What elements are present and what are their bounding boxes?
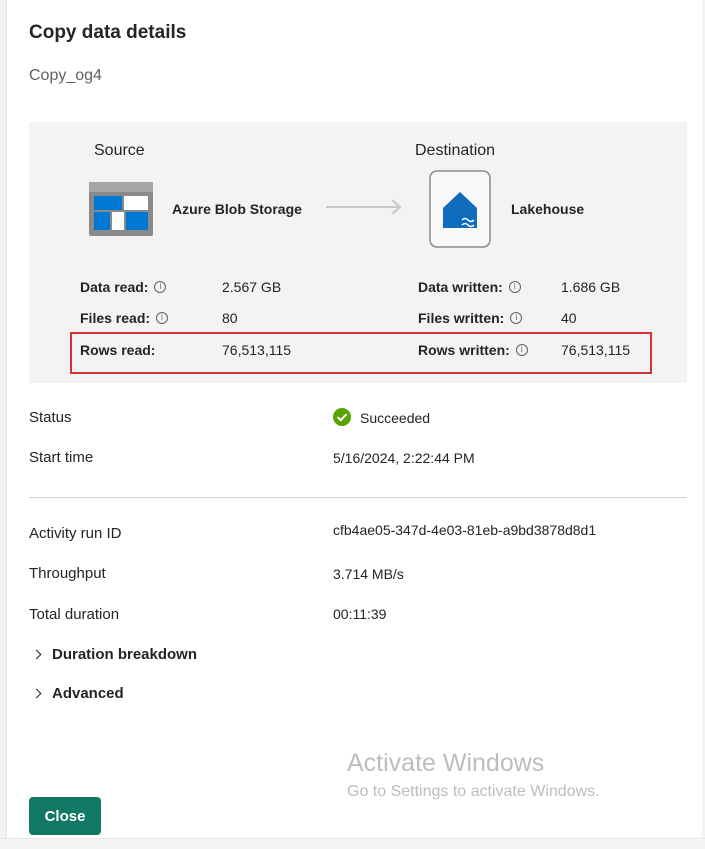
- files-read-label: Files read: i: [80, 310, 169, 326]
- duration-breakdown-expander[interactable]: Duration breakdown: [29, 646, 197, 663]
- background-strip-bottom: [0, 838, 705, 849]
- info-icon[interactable]: i: [156, 312, 169, 324]
- destination-heading: Destination: [415, 142, 496, 159]
- data-written-label: Data written: i: [418, 279, 521, 295]
- success-check-icon: [333, 408, 351, 431]
- section-divider: [29, 497, 687, 498]
- info-icon[interactable]: i: [154, 281, 167, 293]
- activate-windows-watermark-title: Activate Windows: [347, 749, 545, 777]
- data-read-label: Data read: i: [80, 279, 167, 295]
- data-written-value: 1.686 GB: [561, 279, 621, 295]
- activity-run-id-label: Activity run ID: [29, 525, 122, 542]
- start-time-value: 5/16/2024, 2:22:44 PM: [333, 450, 475, 466]
- files-written-label: Files written: i: [418, 310, 523, 326]
- throughput-label: Throughput: [29, 565, 106, 582]
- close-button[interactable]: Close: [29, 797, 101, 835]
- rows-highlight-box: [70, 332, 652, 374]
- background-edge-left: [0, 0, 7, 848]
- destination-name: Lakehouse: [511, 201, 585, 217]
- info-icon[interactable]: i: [508, 281, 521, 293]
- activity-name: Copy_og4: [29, 67, 102, 84]
- throughput-value: 3.714 MB/s: [333, 566, 404, 582]
- total-duration-label: Total duration: [29, 606, 120, 623]
- activity-run-id-value: cfb4ae05-347d-4e03-81eb-a9bd3878d8d1: [333, 522, 597, 538]
- chevron-right-icon: [31, 649, 42, 660]
- status-value: Succeeded: [360, 410, 431, 426]
- total-duration-value: 00:11:39: [333, 606, 387, 622]
- lakehouse-icon: [429, 170, 491, 253]
- start-time-label: Start time: [29, 449, 94, 466]
- status-label: Status: [29, 409, 72, 426]
- files-written-value: 40: [561, 310, 577, 326]
- info-icon[interactable]: i: [510, 312, 523, 324]
- source-name: Azure Blob Storage: [172, 201, 302, 217]
- advanced-expander[interactable]: Advanced: [29, 685, 124, 702]
- data-read-value: 2.567 GB: [222, 279, 282, 295]
- azure-blob-storage-icon: [89, 182, 153, 241]
- dialog-title: Copy data details: [29, 22, 187, 43]
- files-read-value: 80: [222, 310, 238, 326]
- activate-windows-watermark-subtitle: Go to Settings to activate Windows.: [347, 783, 600, 800]
- chevron-right-icon: [31, 688, 42, 699]
- arrow-right-icon: [326, 197, 404, 222]
- source-heading: Source: [94, 142, 145, 159]
